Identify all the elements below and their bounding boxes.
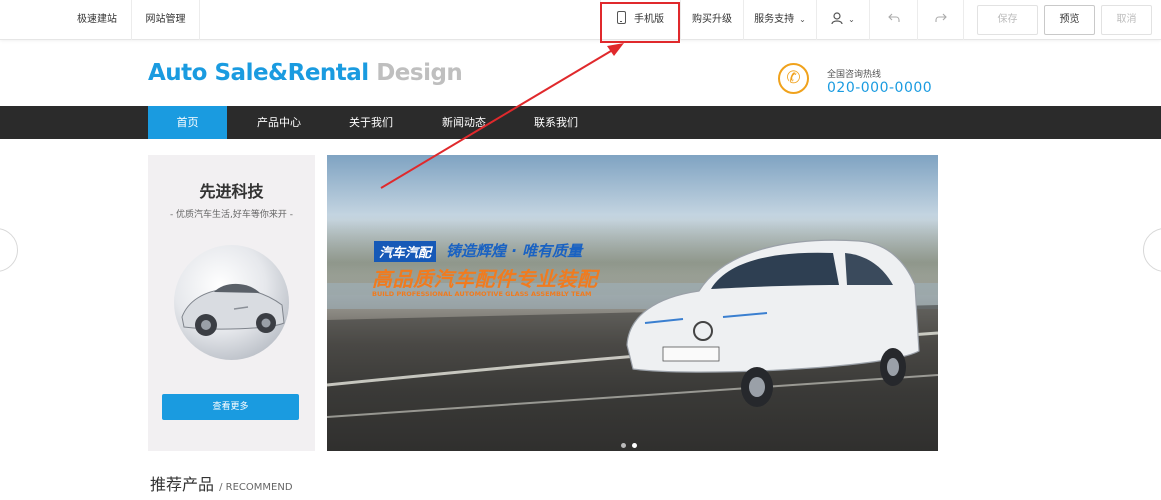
banner-tag: 汽车汽配 <box>374 241 437 262</box>
hotline-label: 全国咨询热线 <box>827 70 882 80</box>
user-icon <box>831 12 843 25</box>
feature-subtitle: - 优质汽车生活,好车等你来开 - <box>169 210 294 220</box>
annotation-highlight-box <box>600 2 680 43</box>
logo-secondary-text: Design <box>376 60 463 86</box>
chevron-down-icon: ⌄ <box>799 15 806 24</box>
save-button[interactable]: 保存 <box>977 5 1038 35</box>
main-nav: 首页 产品中心 关于我们 新闻动态 联系我们 <box>0 106 1161 139</box>
next-arrow-button[interactable] <box>1143 228 1161 272</box>
prev-arrow-button[interactable] <box>0 228 18 272</box>
feature-title: 先进科技 <box>199 182 264 201</box>
chevron-down-icon: ⌄ <box>848 15 855 24</box>
slide-dot-2[interactable] <box>632 443 637 448</box>
preview-button[interactable]: 预览 <box>1044 5 1095 35</box>
nav-item-contact[interactable]: 联系我们 <box>519 106 593 139</box>
toolbar-left: 极速建站 网站管理 <box>0 0 200 40</box>
section-title-cn: 推荐产品 <box>150 475 215 494</box>
redo-icon <box>934 13 947 22</box>
slide-dot-1[interactable] <box>621 443 626 448</box>
undo-icon <box>887 13 900 22</box>
hotline-number: 020-000-0000 <box>827 80 933 96</box>
site-logo[interactable]: Auto Sale&Rental Design <box>148 60 463 86</box>
banner-headline: 高品质汽车配件专业装配 <box>372 267 598 291</box>
banner-scene <box>327 239 938 451</box>
nav-item-products[interactable]: 产品中心 <box>242 106 316 139</box>
feature-card: 先进科技 - 优质汽车生活,好车等你来开 - 查看更多 <box>148 155 315 451</box>
section-title-en: / RECOMMEND <box>219 482 293 493</box>
banner-subline: BUILD PROFESSIONAL AUTOMOTIVE GLASS ASSE… <box>372 290 592 298</box>
nav-item-home[interactable]: 首页 <box>148 106 227 139</box>
redo-button[interactable] <box>917 0 964 40</box>
nav-item-news[interactable]: 新闻动态 <box>427 106 501 139</box>
cancel-button[interactable]: 取消 <box>1101 5 1152 35</box>
sports-car-image <box>174 245 289 360</box>
nav-item-about[interactable]: 关于我们 <box>334 106 408 139</box>
buy-upgrade-button[interactable]: 购买升级 <box>680 0 743 40</box>
support-label: 服务支持 <box>754 14 795 25</box>
undo-button[interactable] <box>869 0 917 40</box>
quick-build-tab[interactable]: 极速建站 <box>0 0 132 40</box>
editor-toolbar: 极速建站 网站管理 手机版 购买升级 服务支持 ⌄ ⌄ 保存 预览 取消 <box>0 0 1161 40</box>
hero-banner[interactable]: 汽车汽配 铸造辉煌 · 唯有质量 高品质汽车配件专业装配 BUILD PROFE… <box>327 155 938 451</box>
banner-slogan: 铸造辉煌 · 唯有质量 <box>446 242 583 260</box>
view-more-button[interactable]: 查看更多 <box>162 394 299 420</box>
logo-primary-text: Auto Sale&Rental <box>148 60 369 86</box>
support-menu[interactable]: 服务支持 ⌄ <box>743 0 816 40</box>
phone-handset-icon: ✆ <box>778 63 809 94</box>
section-title: 推荐产品 / RECOMMEND <box>150 471 293 495</box>
user-menu[interactable]: ⌄ <box>816 0 869 40</box>
site-manage-tab[interactable]: 网站管理 <box>132 0 200 40</box>
